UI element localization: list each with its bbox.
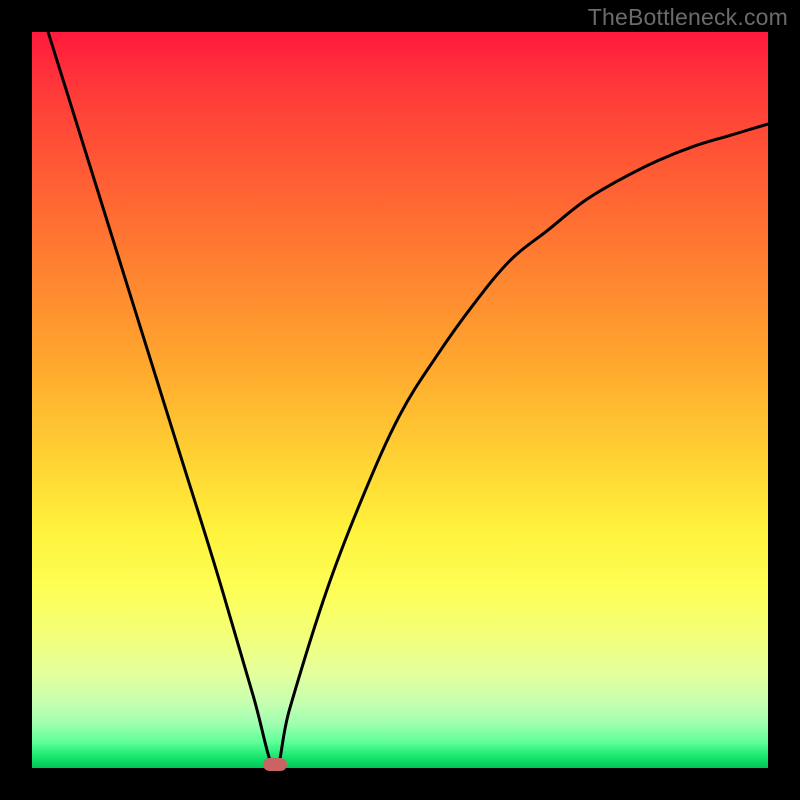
chart-frame: TheBottleneck.com [0,0,800,800]
optimum-marker [263,758,287,771]
watermark-text: TheBottleneck.com [588,4,788,31]
bottleneck-curve [32,32,768,768]
plot-area [32,32,768,768]
